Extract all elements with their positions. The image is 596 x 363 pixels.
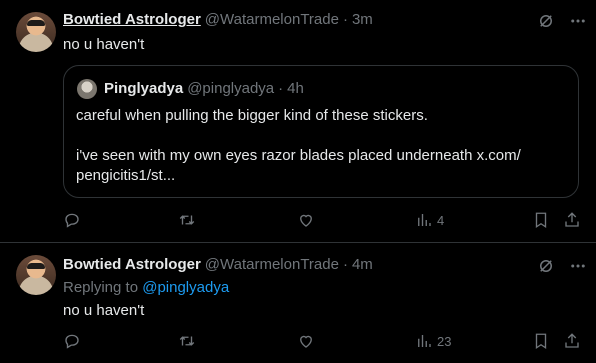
- tweet-text: no u haven't: [63, 36, 145, 53]
- quoted-header: Pinglyadya @pinglyadya · 4h: [104, 80, 304, 97]
- retweet-icon: [178, 211, 196, 229]
- views-icon: [415, 211, 433, 229]
- tweet-top-icons: [537, 12, 587, 30]
- quoted-avatar[interactable]: [77, 79, 97, 99]
- reply-icon: [63, 332, 81, 350]
- views-button[interactable]: 4: [415, 211, 444, 229]
- quoted-tweet[interactable]: Pinglyadya @pinglyadya · 4h careful when…: [63, 65, 579, 198]
- bookmark-icon: [532, 332, 550, 350]
- author-name[interactable]: Bowtied Astrologer: [63, 256, 201, 273]
- replying-to: Replying to @pinglyadya: [63, 279, 229, 296]
- replying-handle-link[interactable]: @pinglyadya: [142, 279, 229, 296]
- views-icon: [415, 332, 433, 350]
- author-handle[interactable]: @WatarmelonTrade: [205, 11, 339, 28]
- tweet-actions: 4: [63, 211, 583, 231]
- bookmark-icon: [532, 211, 550, 229]
- tweet[interactable]: Bowtied Astrologer @WatarmelonTrade · 3m…: [0, 0, 596, 243]
- share-icon: [563, 332, 581, 350]
- tweet-header: Bowtied Astrologer @WatarmelonTrade · 3m: [63, 11, 373, 28]
- like-button[interactable]: [297, 332, 315, 350]
- separator: ·: [278, 80, 284, 97]
- like-button[interactable]: [297, 211, 315, 229]
- share-icon: [563, 211, 581, 229]
- avatar[interactable]: [16, 255, 56, 295]
- like-icon: [297, 211, 315, 229]
- quoted-author-handle[interactable]: @pinglyadya: [187, 80, 274, 97]
- retweet-button[interactable]: [178, 211, 196, 229]
- author-name[interactable]: Bowtied Astrologer: [63, 11, 201, 28]
- more-icon[interactable]: [569, 12, 587, 30]
- views-button[interactable]: 23: [415, 332, 451, 350]
- grok-icon[interactable]: [537, 12, 555, 30]
- reply-button[interactable]: [63, 332, 81, 350]
- like-icon: [297, 332, 315, 350]
- quoted-author-name[interactable]: Pinglyadya: [104, 80, 183, 97]
- timestamp[interactable]: 4m: [352, 256, 373, 273]
- views-count: 23: [437, 333, 452, 349]
- reply-icon: [63, 211, 81, 229]
- quoted-text-line: careful when pulling the bigger kind of …: [76, 107, 428, 124]
- grok-icon[interactable]: [537, 257, 555, 275]
- more-icon[interactable]: [569, 257, 587, 275]
- quoted-text-line: i've seen with my own eyes razor blades …: [76, 147, 521, 164]
- author-handle[interactable]: @WatarmelonTrade: [205, 256, 339, 273]
- tweet-header: Bowtied Astrologer @WatarmelonTrade · 4m: [63, 256, 373, 273]
- reply-button[interactable]: [63, 211, 81, 229]
- share-button[interactable]: [563, 332, 581, 350]
- tweet-text: no u haven't: [63, 302, 145, 319]
- timestamp[interactable]: 3m: [352, 11, 373, 28]
- quoted-text-line: pengicitis1/st...: [76, 167, 176, 184]
- avatar[interactable]: [16, 12, 56, 52]
- tweet-top-icons: [537, 257, 587, 275]
- quoted-timestamp[interactable]: 4h: [287, 80, 304, 97]
- separator: ·: [342, 256, 348, 273]
- tweet-actions: 23: [63, 332, 583, 352]
- bookmark-button[interactable]: [532, 211, 550, 229]
- replying-prefix: Replying to: [63, 279, 143, 296]
- quoted-text: careful when pulling the bigger kind of …: [76, 106, 556, 186]
- share-button[interactable]: [563, 211, 581, 229]
- separator: ·: [342, 11, 348, 28]
- retweet-icon: [178, 332, 196, 350]
- bookmark-button[interactable]: [532, 332, 550, 350]
- views-count: 4: [437, 212, 445, 228]
- retweet-button[interactable]: [178, 332, 196, 350]
